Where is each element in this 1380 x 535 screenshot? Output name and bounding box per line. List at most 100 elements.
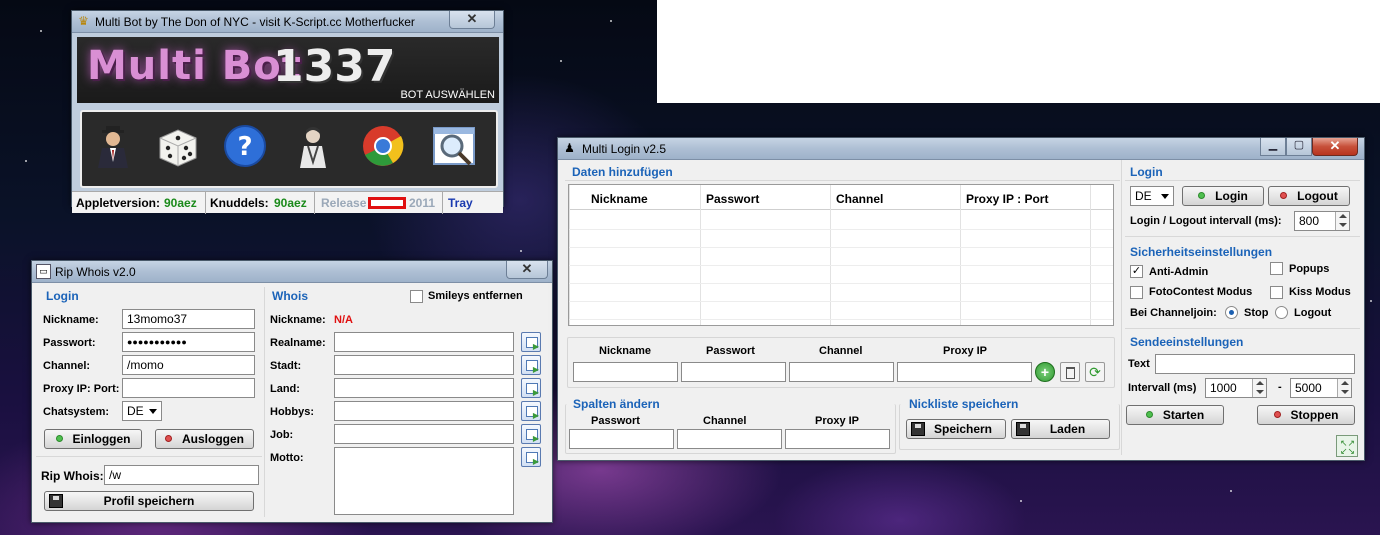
search-window-icon[interactable] bbox=[430, 122, 476, 170]
language-value: DE bbox=[1135, 189, 1152, 203]
close-button[interactable]: ✕ bbox=[1312, 138, 1358, 156]
chrome-icon[interactable] bbox=[360, 122, 406, 170]
einloggen-button[interactable]: Einloggen bbox=[44, 429, 142, 449]
new-proxy-field[interactable] bbox=[897, 362, 1032, 382]
ausloggen-button[interactable]: Ausloggen bbox=[155, 429, 254, 449]
add-icon[interactable]: + bbox=[1035, 362, 1055, 382]
dice-icon[interactable] bbox=[154, 122, 200, 170]
accounts-table[interactable]: Nickname Passwort Channel Proxy IP : Por… bbox=[568, 184, 1114, 326]
speichern-button[interactable]: Speichern bbox=[906, 419, 1006, 439]
login-button[interactable]: Login bbox=[1182, 186, 1264, 206]
multilogin-titlebar[interactable]: ♟ Multi Login v2.5 ▁ ▢ ✕ bbox=[558, 138, 1364, 160]
smileys-checkbox[interactable] bbox=[410, 290, 423, 303]
land-field[interactable] bbox=[334, 378, 514, 398]
send-interval-label: Intervall (ms) bbox=[1128, 382, 1197, 394]
motto-copy-icon[interactable] bbox=[521, 447, 541, 467]
text-field[interactable] bbox=[1155, 354, 1355, 374]
maximize-button[interactable]: ▢ bbox=[1286, 138, 1312, 156]
rip-whois-field[interactable]: /w bbox=[104, 465, 259, 485]
status-dot-red-icon bbox=[1273, 411, 1281, 418]
login-interval-field[interactable]: 800 bbox=[1294, 211, 1350, 231]
new-nickname-field[interactable] bbox=[573, 362, 678, 382]
channel-label: Channel: bbox=[43, 360, 91, 372]
kiss-checkbox[interactable] bbox=[1270, 286, 1283, 299]
divider bbox=[36, 456, 262, 457]
realname-label: Realname: bbox=[270, 337, 326, 349]
release-label: Release bbox=[321, 196, 367, 210]
job-copy-icon[interactable] bbox=[521, 424, 541, 444]
chatsystem-select[interactable]: DE bbox=[122, 401, 162, 421]
spinner-icon[interactable] bbox=[1337, 379, 1351, 397]
job-field[interactable] bbox=[334, 424, 514, 444]
chevron-down-icon bbox=[1161, 194, 1169, 199]
stadt-field[interactable] bbox=[334, 355, 514, 375]
rip-whois-label: Rip Whois: bbox=[41, 469, 104, 483]
bot-select-label[interactable]: BOT AUSWÄHLEN bbox=[400, 89, 495, 101]
nickname-field[interactable]: 13momo37 bbox=[122, 309, 255, 329]
laden-button[interactable]: Laden bbox=[1011, 419, 1110, 439]
logout-radio[interactable] bbox=[1275, 306, 1288, 319]
send-interval-to-field[interactable]: 5000 bbox=[1290, 378, 1352, 398]
person-icon[interactable] bbox=[290, 122, 336, 170]
spalten-channel-field[interactable] bbox=[677, 429, 782, 449]
proxy-field[interactable] bbox=[122, 378, 255, 398]
minimize-button[interactable]: ▁ bbox=[1260, 138, 1286, 156]
chatsystem-label: Chatsystem: bbox=[43, 406, 110, 418]
column-header-nickname[interactable]: Nickname bbox=[591, 187, 648, 211]
close-button[interactable]: ✕ bbox=[506, 261, 548, 279]
column-header-channel[interactable]: Channel bbox=[836, 187, 883, 211]
spalten-proxy-field[interactable] bbox=[785, 429, 890, 449]
bot-icon-bar: ? bbox=[80, 110, 498, 188]
anti-admin-checkbox[interactable]: ✓ bbox=[1130, 265, 1143, 278]
nickname-label: Nickname: bbox=[43, 314, 99, 326]
whois-nickname-value: N/A bbox=[334, 314, 353, 326]
hobbys-copy-icon[interactable] bbox=[521, 401, 541, 421]
input-label-nickname: Nickname bbox=[599, 345, 651, 357]
land-copy-icon[interactable] bbox=[521, 378, 541, 398]
desktop-white-area bbox=[657, 0, 1380, 103]
refresh-icon[interactable]: ⟳ bbox=[1085, 362, 1105, 382]
profil-speichern-button[interactable]: Profil speichern bbox=[44, 491, 254, 511]
stoppen-button[interactable]: Stoppen bbox=[1257, 405, 1355, 425]
stop-radio[interactable] bbox=[1225, 306, 1238, 319]
hobbys-label: Hobbys: bbox=[270, 406, 314, 418]
password-field[interactable]: ●●●●●●●●●●● bbox=[122, 332, 255, 352]
starten-button[interactable]: Starten bbox=[1126, 405, 1224, 425]
row-line bbox=[569, 229, 1113, 230]
window-title: Rip Whois v2.0 bbox=[55, 265, 136, 279]
popups-checkbox[interactable] bbox=[1270, 262, 1283, 275]
status-dot-green-icon bbox=[1198, 192, 1206, 199]
realname-copy-icon[interactable] bbox=[521, 332, 541, 352]
stadt-copy-icon[interactable] bbox=[521, 355, 541, 375]
sicherheit-header: Sicherheitseinstellungen bbox=[1130, 245, 1273, 259]
kiss-label: Kiss Modus bbox=[1289, 286, 1351, 298]
tray-link[interactable]: Tray bbox=[448, 196, 473, 210]
realname-field[interactable] bbox=[334, 332, 514, 352]
ripwhois-titlebar[interactable]: ▭ Rip Whois v2.0 ✕ bbox=[32, 261, 552, 283]
spalten-passwort-field[interactable] bbox=[569, 429, 674, 449]
close-button[interactable]: ✕ bbox=[449, 11, 495, 29]
send-interval-from-field[interactable]: 1000 bbox=[1205, 378, 1267, 398]
resize-grip-icon[interactable]: ↖↗ ↙↘ bbox=[1336, 435, 1358, 457]
trash-icon[interactable] bbox=[1060, 362, 1080, 382]
column-header-passwort[interactable]: Passwort bbox=[706, 187, 759, 211]
hobbys-field[interactable] bbox=[334, 401, 514, 421]
channel-field[interactable]: /momo bbox=[122, 355, 255, 375]
fotocontest-checkbox[interactable] bbox=[1130, 286, 1143, 299]
starten-label: Starten bbox=[1162, 408, 1205, 422]
help-icon[interactable]: ? bbox=[222, 122, 268, 170]
profil-speichern-label: Profil speichern bbox=[103, 494, 195, 508]
divider bbox=[1125, 180, 1360, 181]
motto-label: Motto: bbox=[270, 452, 304, 464]
language-select[interactable]: DE bbox=[1130, 186, 1174, 206]
chatsystem-value: DE bbox=[127, 404, 144, 418]
new-channel-field[interactable] bbox=[789, 362, 894, 382]
new-passwort-field[interactable] bbox=[681, 362, 786, 382]
motto-field[interactable] bbox=[334, 447, 514, 515]
spinner-icon[interactable] bbox=[1335, 212, 1349, 230]
logout-button[interactable]: Logout bbox=[1268, 186, 1350, 206]
column-header-proxy[interactable]: Proxy IP : Port bbox=[966, 187, 1048, 211]
agent-icon[interactable] bbox=[90, 122, 136, 170]
spinner-icon[interactable] bbox=[1252, 379, 1266, 397]
multibot-titlebar[interactable]: ♛ Multi Bot by The Don of NYC - visit K-… bbox=[72, 11, 503, 33]
